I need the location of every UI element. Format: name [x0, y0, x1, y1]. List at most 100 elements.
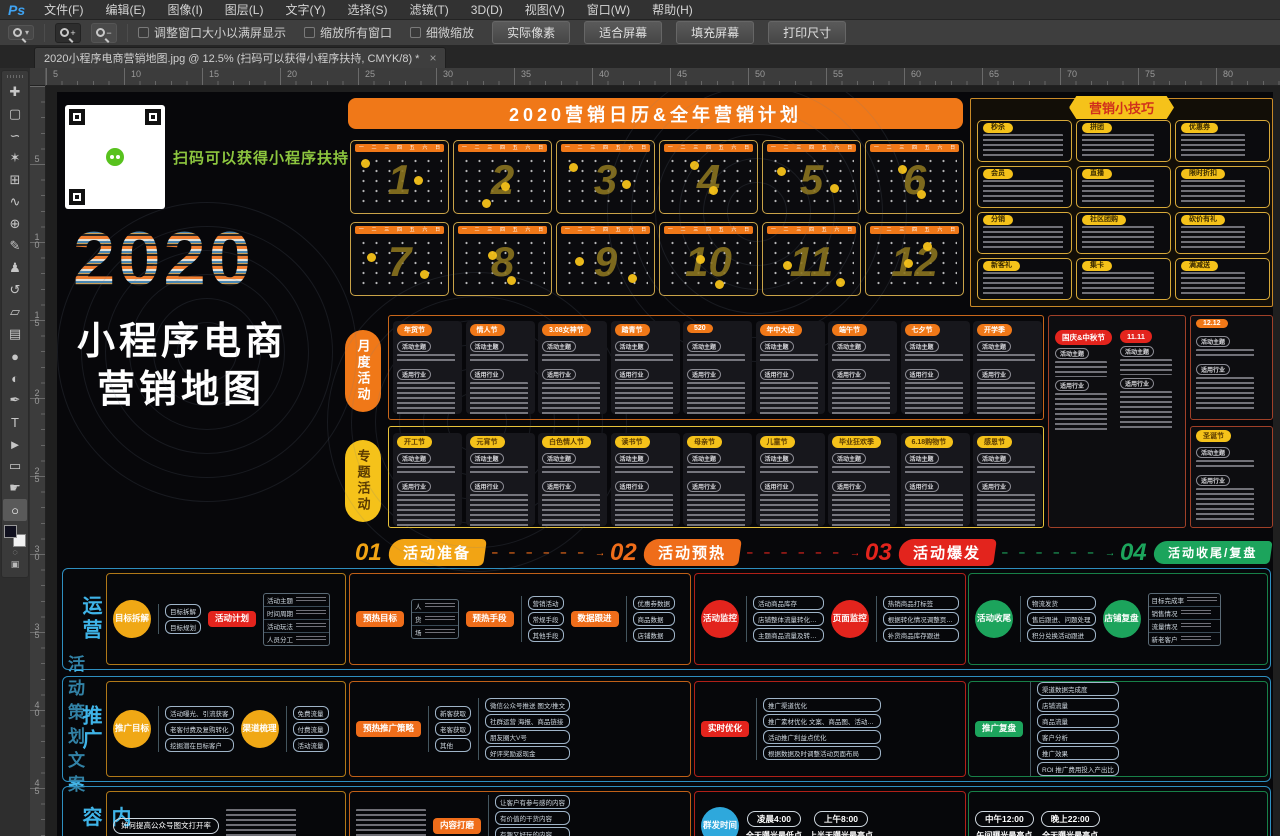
field-theme: 活动主题	[615, 341, 649, 352]
zoom-tool-preset[interactable]: ▾	[8, 25, 34, 40]
option-checkbox[interactable]: 细微缩放	[410, 24, 474, 41]
activity-card-title: 踏青节	[615, 324, 650, 336]
clone-stamp-tool[interactable]: ♟	[3, 257, 27, 279]
menu-item[interactable]: 选择(S)	[336, 3, 398, 17]
menu-item[interactable]: 滤镜(T)	[398, 3, 459, 17]
path-selection-tool[interactable]: ►	[3, 433, 27, 455]
mindmap-item: 让客户有参与感的内容	[495, 795, 570, 809]
ruler-number: 60	[911, 69, 921, 79]
magic-wand-tool[interactable]: ✶	[3, 147, 27, 169]
mindmap-item: 根据数据及时调整活动页面布局	[763, 746, 881, 760]
move-tool[interactable]: ✚	[3, 81, 27, 103]
marquee-tool[interactable]: ▢	[3, 103, 27, 125]
document-tab[interactable]: 2020小程序电商营销地图.jpg @ 12.5% (扫码可以获得小程序扶持, …	[34, 47, 446, 68]
mindmap-cell: 活动收尾物流发货售后跟进、问题处理积分兑换活动跟进店铺复盘目标完成率销售情况流量…	[968, 573, 1268, 665]
zoom-tool[interactable]: ○	[3, 499, 27, 521]
foreground-color-swatch[interactable]	[4, 525, 17, 538]
screen-mode-icon[interactable]: ▣	[11, 559, 20, 571]
panel-grip	[7, 75, 23, 78]
micro-text	[760, 382, 818, 414]
activity-card: 儿童节活动主题适用行业	[756, 433, 825, 526]
eraser-tool[interactable]: ▱	[3, 301, 27, 323]
zoom-in-icon	[60, 28, 69, 37]
dodge-tool[interactable]: ◐	[3, 367, 27, 389]
option-button[interactable]: 填充屏幕	[676, 21, 754, 44]
healing-brush-tool[interactable]: ⊕	[3, 213, 27, 235]
zoom-out-button[interactable]: −	[91, 23, 117, 43]
menu-item[interactable]: 3D(D)	[460, 3, 514, 17]
field-industry: 适用行业	[615, 481, 649, 492]
field-theme: 活动主题	[905, 453, 939, 464]
menu-item[interactable]: 文字(Y)	[274, 3, 336, 17]
time-pill: 上午8:00	[814, 811, 868, 827]
activity-card-title: 3.08女神节	[542, 324, 591, 336]
time-pill: 中午12:00	[975, 811, 1034, 827]
blur-tool[interactable]: ●	[3, 345, 27, 367]
lasso-tool[interactable]: ∽	[3, 125, 27, 147]
broadcast-time: 凌晨4:00全天曝光最低点	[746, 811, 802, 836]
quick-mask-icon[interactable]: ◌	[12, 547, 17, 559]
weekday-label: 三	[487, 228, 492, 233]
hand-tool[interactable]: ☛	[3, 477, 27, 499]
tool-options-bar: ▾ + − 调整窗口大小以满屏显示 缩放所有窗口 细微缩放 实际像素适合屏幕填充屏幕…	[0, 20, 1280, 46]
activity-card: 年货节活动主题适用行业	[393, 321, 462, 414]
field-theme: 活动主题	[832, 453, 866, 464]
option-checkbox[interactable]: 调整窗口大小以满屏显示	[138, 24, 286, 41]
option-button[interactable]: 实际像素	[492, 21, 570, 44]
mindmap-node: 推广复盘	[975, 721, 1023, 737]
tab-close-icon[interactable]: ×	[429, 51, 436, 65]
eyedropper-tool[interactable]: ∿	[3, 191, 27, 213]
activity-card: 读书节活动主题适用行业	[611, 433, 680, 526]
micro-text	[1196, 460, 1254, 470]
option-button[interactable]: 适合屏幕	[584, 21, 662, 44]
mindmap-item: 老客付费及复购转化	[165, 722, 234, 736]
activity-card-title: 开工节	[397, 436, 432, 448]
vertical-ruler[interactable]: 51015202530354045	[30, 86, 46, 836]
calendar-month-card: 一二三四五六日2	[453, 140, 552, 214]
document-canvas[interactable]: 扫码可以获得小程序扶持 2020 小程序电商 营销地图 2020营销日历&全年营…	[46, 86, 1280, 836]
micro-text	[470, 382, 528, 414]
field-industry: 适用行业	[832, 369, 866, 380]
calendar-month-number: 7	[388, 238, 411, 286]
weekday-label: 六	[422, 228, 427, 233]
mindmap-node: 实时优化	[701, 721, 749, 737]
mindmap-item: 朋友圈大V号	[485, 730, 570, 744]
activity-card: 感恩节活动主题适用行业	[973, 433, 1042, 526]
micro-text	[615, 354, 673, 364]
option-button[interactable]: 打印尺寸	[768, 21, 846, 44]
menu-item[interactable]: 视图(V)	[514, 3, 576, 17]
mindmap-item: 物流发货	[1027, 596, 1096, 610]
broadcast-time: 中午12:00午间曝光最高点	[975, 811, 1034, 836]
ruler-number: 55	[833, 69, 843, 79]
mindmap-row-2: 推广推广目标活动曝光、引流获客老客付费及复购转化挖掘潜在目标客户渠道梳理免费流量…	[62, 676, 1271, 782]
field-industry: 适用行业	[615, 369, 649, 380]
mindmap-item: 付费流量	[293, 722, 329, 736]
menu-item[interactable]: 文件(F)	[33, 3, 94, 17]
type-tool[interactable]: T	[3, 411, 27, 433]
field-industry: 适用行业	[1196, 364, 1230, 375]
crop-tool[interactable]: ⊞	[3, 169, 27, 191]
history-brush-tool[interactable]: ↺	[3, 279, 27, 301]
mindmap-item: 活动流量	[293, 738, 329, 752]
mindmap-item: 活动曝光、引流获客	[165, 706, 234, 720]
menu-item[interactable]: 帮助(H)	[641, 3, 704, 17]
micro-text	[983, 134, 1063, 158]
menu-item[interactable]: 编辑(E)	[94, 3, 156, 17]
horizontal-ruler[interactable]: 5101520253035404550556065707580	[46, 68, 1280, 86]
weekday-label: 三	[384, 146, 389, 151]
menu-item[interactable]: 图层(L)	[214, 3, 275, 17]
menu-item[interactable]: 图像(I)	[156, 3, 213, 17]
field-theme: 活动主题	[977, 453, 1011, 464]
gradient-tool[interactable]: ▤	[3, 323, 27, 345]
color-swatches[interactable]	[4, 525, 26, 547]
double11-pill: 11.11	[1120, 330, 1152, 343]
zoom-in-button[interactable]: +	[55, 23, 81, 43]
mindmap-item: 商品流量	[1037, 714, 1119, 728]
menu-item[interactable]: 窗口(W)	[576, 3, 641, 17]
pen-tool[interactable]: ✒	[3, 389, 27, 411]
micro-text	[983, 226, 1063, 250]
brush-tool[interactable]: ✎	[3, 235, 27, 257]
option-checkbox[interactable]: 缩放所有窗口	[304, 24, 392, 41]
weekday-label: 一	[462, 146, 467, 151]
shape-tool[interactable]: ▭	[3, 455, 27, 477]
